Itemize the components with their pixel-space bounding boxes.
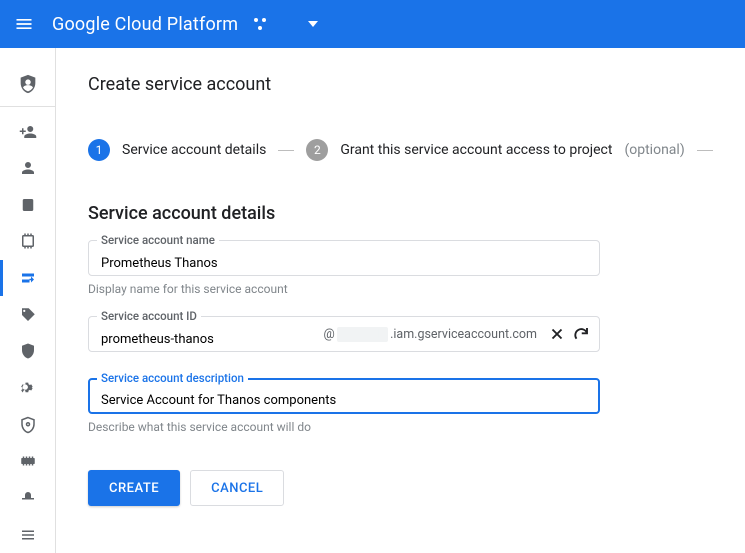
stepper: 1 Service account details 2 Grant this s… <box>88 139 745 161</box>
action-row: CREATE CANCEL <box>88 470 745 506</box>
step-1-label[interactable]: Service account details <box>122 142 266 158</box>
person-icon <box>19 159 37 177</box>
brand-label: Google Cloud Platform <box>52 14 238 35</box>
refresh-icon <box>572 325 590 343</box>
page-title: Create service account <box>88 74 745 95</box>
service-account-description-field: Service account description <box>88 378 600 414</box>
id-suffix: @example.iam.gserviceaccount.com <box>324 327 545 342</box>
hamburger-menu-button[interactable] <box>12 12 36 36</box>
step-divider <box>278 150 294 151</box>
clear-id-button[interactable] <box>545 322 569 346</box>
sidebar-item-settings[interactable] <box>0 370 56 407</box>
create-button[interactable]: CREATE <box>88 470 180 506</box>
document-icon <box>19 196 37 214</box>
sidebar-item-iam[interactable] <box>0 62 56 107</box>
name-label: Service account name <box>97 233 219 247</box>
hat-icon <box>19 489 37 507</box>
project-icon <box>252 16 268 32</box>
main-content: Create service account 1 Service account… <box>56 48 745 553</box>
tag-icon <box>19 306 37 324</box>
left-sidebar <box>0 48 56 553</box>
sidebar-item-privacy[interactable] <box>0 406 56 443</box>
shield-person-icon <box>17 73 39 95</box>
sidebar-item-labels[interactable] <box>0 296 56 333</box>
sidebar-item-identity[interactable] <box>0 150 56 187</box>
sidebar-item-security[interactable] <box>0 333 56 370</box>
service-account-icon <box>19 269 37 287</box>
refresh-id-button[interactable] <box>569 322 593 346</box>
cancel-button[interactable]: CANCEL <box>190 470 284 506</box>
chevron-down-icon <box>308 21 318 27</box>
step-1-badge: 1 <box>88 139 110 161</box>
sidebar-item-audit[interactable] <box>0 480 56 517</box>
id-label: Service account ID <box>97 309 201 323</box>
sidebar-item-service-accounts[interactable] <box>0 260 56 297</box>
sidebar-item-logs[interactable] <box>0 516 56 553</box>
list-icon <box>19 526 37 544</box>
name-helper: Display name for this service account <box>88 282 745 296</box>
step-divider <box>697 150 713 151</box>
shield-icon <box>19 342 37 360</box>
step-2-optional: (optional) <box>624 142 684 158</box>
sidebar-item-add-person[interactable] <box>0 113 56 150</box>
step-2-label[interactable]: Grant this service account access to pro… <box>340 142 612 158</box>
sidebar-item-policy[interactable] <box>0 186 56 223</box>
close-icon <box>548 325 566 343</box>
section-heading: Service account details <box>88 203 745 224</box>
sidebar-item-keys[interactable] <box>0 443 56 480</box>
person-add-icon <box>19 123 37 141</box>
chip-icon <box>19 232 37 250</box>
step-2-badge: 2 <box>306 139 328 161</box>
description-label: Service account description <box>97 371 248 385</box>
sidebar-item-quotas[interactable] <box>0 223 56 260</box>
service-account-name-field: Service account name <box>88 240 600 276</box>
service-account-id-field: Service account ID @example.iam.gservice… <box>88 316 600 352</box>
keys-icon <box>19 452 37 470</box>
project-selector[interactable] <box>252 16 318 32</box>
menu-icon <box>14 14 34 34</box>
shield-outline-icon <box>19 416 37 434</box>
gear-icon <box>19 379 37 397</box>
top-header: Google Cloud Platform <box>0 0 745 48</box>
description-helper: Describe what this service account will … <box>88 420 745 434</box>
